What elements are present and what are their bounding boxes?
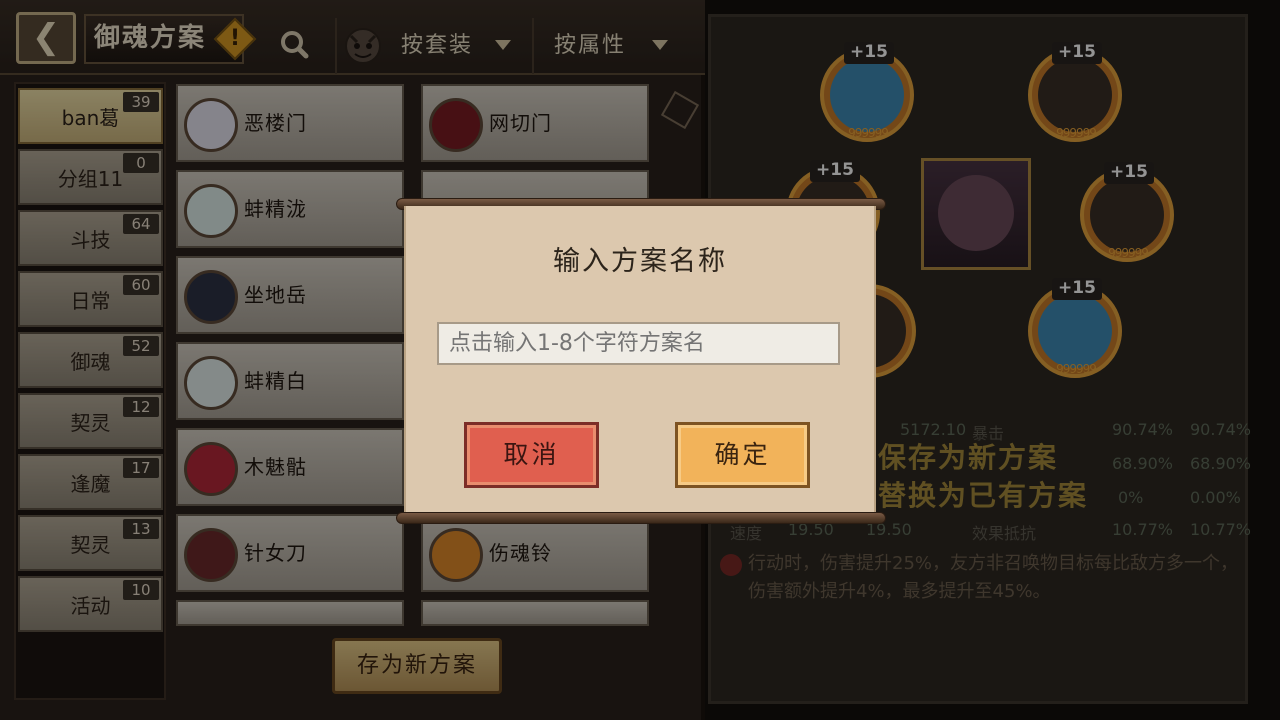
dialog-title: 输入方案名称	[553, 246, 727, 277]
scroll-rod-bottom	[396, 512, 886, 524]
confirm-button[interactable]: 确定	[675, 422, 810, 488]
cancel-button[interactable]: 取消	[464, 422, 599, 488]
preset-name-input[interactable]	[437, 322, 840, 365]
game-screen: ❮ 御魂方案 ! 按套装 按属性 ban葛 39 分组11 0 斗技 64 日常…	[0, 0, 1280, 720]
